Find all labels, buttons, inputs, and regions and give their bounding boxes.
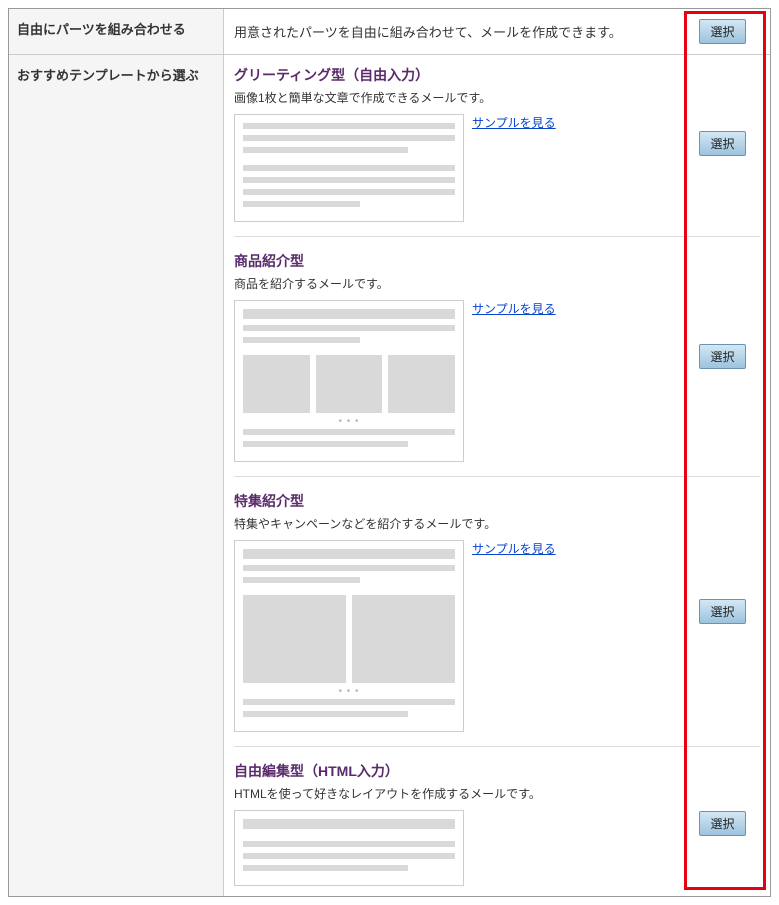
sample-link[interactable]: サンプルを見る	[472, 114, 556, 131]
template-thumbnail	[234, 114, 464, 222]
template-title: グリーティング型（自由入力）	[234, 65, 675, 85]
row-free-combine: 自由にパーツを組み合わせる 用意されたパーツを自由に組み合わせて、メールを作成で…	[9, 9, 770, 55]
label-free-combine: 自由にパーツを組み合わせる	[9, 9, 224, 54]
sample-link[interactable]: サンプルを見る	[472, 540, 556, 557]
select-button-feature[interactable]: 選択	[699, 599, 745, 624]
template-desc: 画像1枚と簡単な文章で作成できるメールです。	[234, 89, 675, 106]
template-thumbnail: • • •	[234, 540, 464, 732]
free-combine-description: 用意されたパーツを自由に組み合わせて、メールを作成できます。	[234, 22, 675, 41]
row-recommended-templates: おすすめテンプレートから選ぶ グリーティング型（自由入力） 画像1枚と簡単な文章…	[9, 55, 770, 896]
template-desc: HTMLを使って好きなレイアウトを作成するメールです。	[234, 785, 675, 802]
template-greeting: グリーティング型（自由入力） 画像1枚と簡単な文章で作成できるメールです。	[234, 65, 760, 237]
select-button-free-combine[interactable]: 選択	[699, 19, 745, 44]
template-desc: 特集やキャンペーンなどを紹介するメールです。	[234, 515, 675, 532]
template-thumbnail: • • •	[234, 300, 464, 462]
select-button-product[interactable]: 選択	[699, 344, 745, 369]
sample-link[interactable]: サンプルを見る	[472, 300, 556, 317]
select-button-html[interactable]: 選択	[699, 811, 745, 836]
template-thumbnail	[234, 810, 464, 886]
template-product: 商品紹介型 商品を紹介するメールです。 • • •	[234, 251, 760, 477]
template-title: 特集紹介型	[234, 491, 675, 511]
template-html: 自由編集型（HTML入力） HTMLを使って好きなレイアウトを作成するメールです…	[234, 761, 760, 886]
template-title: 商品紹介型	[234, 251, 675, 271]
template-feature: 特集紹介型 特集やキャンペーンなどを紹介するメールです。 • • •	[234, 491, 760, 747]
label-recommended: おすすめテンプレートから選ぶ	[9, 55, 224, 896]
template-desc: 商品を紹介するメールです。	[234, 275, 675, 292]
layout-selection-table: 自由にパーツを組み合わせる 用意されたパーツを自由に組み合わせて、メールを作成で…	[8, 8, 771, 897]
template-title: 自由編集型（HTML入力）	[234, 761, 675, 781]
select-button-greeting[interactable]: 選択	[699, 131, 745, 156]
